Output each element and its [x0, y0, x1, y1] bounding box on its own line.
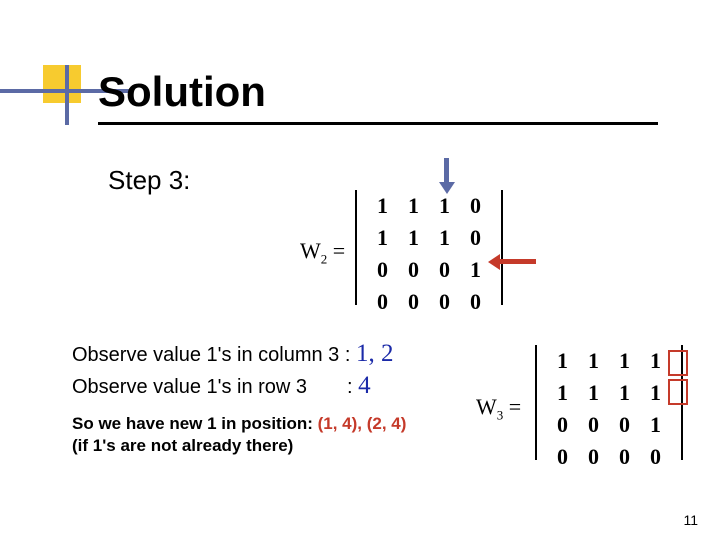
cell: 0: [609, 441, 640, 473]
observe-column-value: 1, 2: [356, 340, 394, 367]
cell: 1: [460, 254, 491, 286]
cell: 1: [578, 345, 609, 377]
matrix-left-bar: [355, 190, 357, 305]
cell: 1: [398, 190, 429, 222]
w3-matrix-table: 1111 1111 0001 0000: [547, 345, 671, 473]
yellow-square: [43, 65, 81, 103]
cell: 0: [547, 441, 578, 473]
cell: 1: [640, 345, 671, 377]
table-row: 0001: [367, 254, 491, 286]
highlight-box-2-4: [668, 379, 688, 405]
w2-equals-label: W2 =: [300, 238, 345, 267]
cell: 1: [578, 377, 609, 409]
cell: 1: [547, 345, 578, 377]
cell: 0: [398, 254, 429, 286]
down-arrow-icon: [439, 158, 453, 194]
w2-matrix-table: 1110 1110 0001 0000: [367, 190, 491, 318]
observe-row-colon: :: [347, 376, 358, 398]
table-row: 0001: [547, 409, 671, 441]
cell: 1: [640, 377, 671, 409]
cell: 1: [367, 222, 398, 254]
observe-column-prefix: Observe value 1's in column 3 :: [72, 344, 356, 366]
left-arrow-icon: [488, 254, 536, 268]
table-row: 1110: [367, 190, 491, 222]
w2-symbol: W: [300, 238, 321, 263]
page-title: Solution: [98, 68, 266, 116]
cell: 0: [640, 441, 671, 473]
cell: 0: [460, 190, 491, 222]
conclusion-prefix: So we have new 1 in position:: [72, 414, 318, 433]
title-underline: [98, 122, 658, 125]
conclusion-positions: (1, 4), (2, 4): [318, 414, 407, 433]
conclusion-line-1: So we have new 1 in position: (1, 4), (2…: [72, 414, 406, 434]
cell: 1: [367, 190, 398, 222]
w3-matrix: 1111 1111 0001 0000: [535, 345, 683, 460]
cell: 1: [609, 345, 640, 377]
conclusion-line-2: (if 1's are not already there): [72, 436, 293, 456]
w3-equals: =: [503, 394, 521, 419]
highlight-box-1-4: [668, 350, 688, 376]
cell: 1: [429, 222, 460, 254]
cell: 1: [609, 377, 640, 409]
cell: 0: [367, 286, 398, 318]
w2-matrix: 1110 1110 0001 0000: [355, 190, 503, 305]
cell: 0: [429, 286, 460, 318]
table-row: 0000: [367, 286, 491, 318]
cell: 1: [429, 190, 460, 222]
observe-row-text: Observe value 1's in row 3: 4: [72, 372, 371, 400]
cell: 0: [367, 254, 398, 286]
cell: 0: [398, 286, 429, 318]
w2-equals: =: [327, 238, 345, 263]
table-row: 1111: [547, 345, 671, 377]
cell: 0: [609, 409, 640, 441]
cell: 0: [578, 409, 609, 441]
observe-row-prefix: Observe value 1's in row 3: [72, 376, 307, 398]
cell: 0: [429, 254, 460, 286]
observe-column-text: Observe value 1's in column 3 : 1, 2: [72, 340, 393, 368]
cell: 0: [547, 409, 578, 441]
table-row: 0000: [547, 441, 671, 473]
matrix-right-bar: [501, 190, 503, 305]
cell: 0: [578, 441, 609, 473]
cell: 0: [460, 286, 491, 318]
table-row: 1111: [547, 377, 671, 409]
page-number: 11: [683, 512, 698, 528]
matrix-left-bar: [535, 345, 537, 460]
step-label: Step 3:: [108, 165, 190, 196]
cell: 1: [547, 377, 578, 409]
w3-symbol: W: [476, 394, 497, 419]
cell: 0: [460, 222, 491, 254]
observe-row-value: 4: [358, 372, 371, 399]
blue-vertical-line: [65, 65, 69, 125]
cell: 1: [640, 409, 671, 441]
w3-equals-label: W3 =: [476, 394, 521, 423]
cell: 1: [398, 222, 429, 254]
table-row: 1110: [367, 222, 491, 254]
